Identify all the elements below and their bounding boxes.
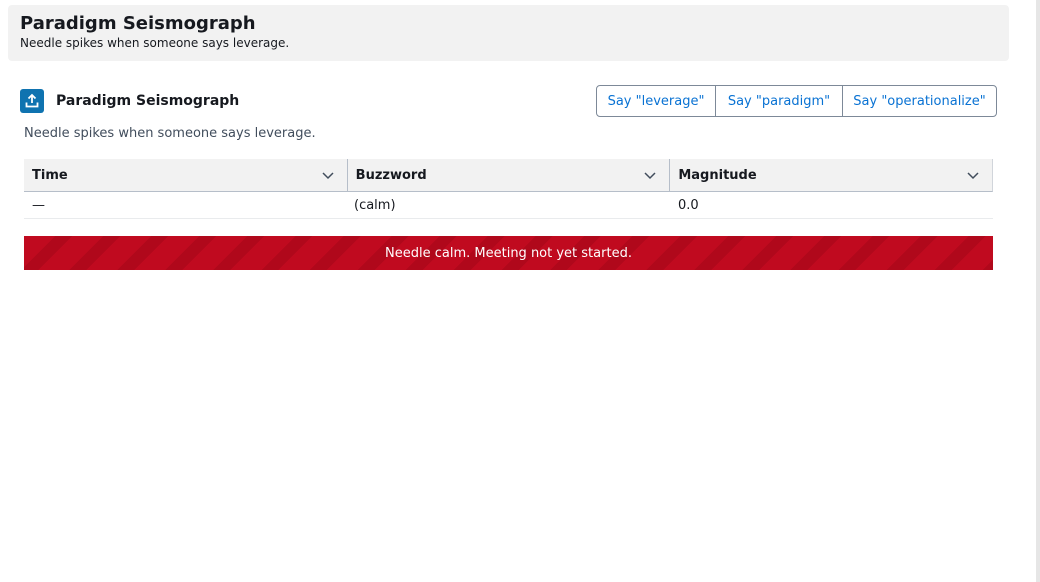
cell-buzzword: (calm) — [354, 197, 396, 213]
buzzword-button-group: Say "leverage" Say "paradigm" Say "opera… — [596, 85, 997, 117]
status-alert-text: Needle calm. Meeting not yet started. — [385, 245, 632, 261]
say-operationalize-button[interactable]: Say "operationalize" — [842, 85, 997, 117]
table-row: — (calm) 0.0 — [24, 192, 993, 219]
page-subtitle: Needle spikes when someone says leverage… — [20, 36, 290, 50]
readings-table: Time Buzzword Magnitude — (calm) 0.0 — [24, 159, 993, 219]
top-banner: Paradigm Seismograph Needle spikes when … — [8, 5, 1009, 61]
say-leverage-button[interactable]: Say "leverage" — [596, 85, 716, 117]
table-header: Time Buzzword Magnitude — [24, 159, 993, 192]
panel-title: Paradigm Seismograph — [56, 93, 240, 109]
column-header-label: Buzzword — [355, 167, 427, 183]
column-header-label: Time — [32, 167, 68, 183]
chevron-down-icon — [644, 172, 656, 180]
upload-icon — [20, 89, 44, 113]
say-paradigm-button[interactable]: Say "paradigm" — [715, 85, 843, 117]
scrollbar[interactable] — [1036, 0, 1040, 582]
chevron-down-icon — [967, 172, 979, 180]
column-header-buzzword[interactable]: Buzzword — [346, 159, 670, 191]
cell-time: — — [32, 197, 45, 213]
panel-description: Needle spikes when someone says leverage… — [24, 126, 316, 141]
column-header-time[interactable]: Time — [24, 159, 347, 191]
chevron-down-icon — [322, 172, 334, 180]
page: Paradigm Seismograph Needle spikes when … — [0, 0, 1040, 582]
page-title: Paradigm Seismograph — [20, 13, 256, 34]
panel-header: Paradigm Seismograph — [20, 89, 239, 113]
status-alert: Needle calm. Meeting not yet started. — [24, 236, 993, 270]
column-header-label: Magnitude — [678, 167, 757, 183]
column-header-magnitude[interactable]: Magnitude — [669, 159, 992, 191]
cell-magnitude: 0.0 — [678, 197, 699, 213]
